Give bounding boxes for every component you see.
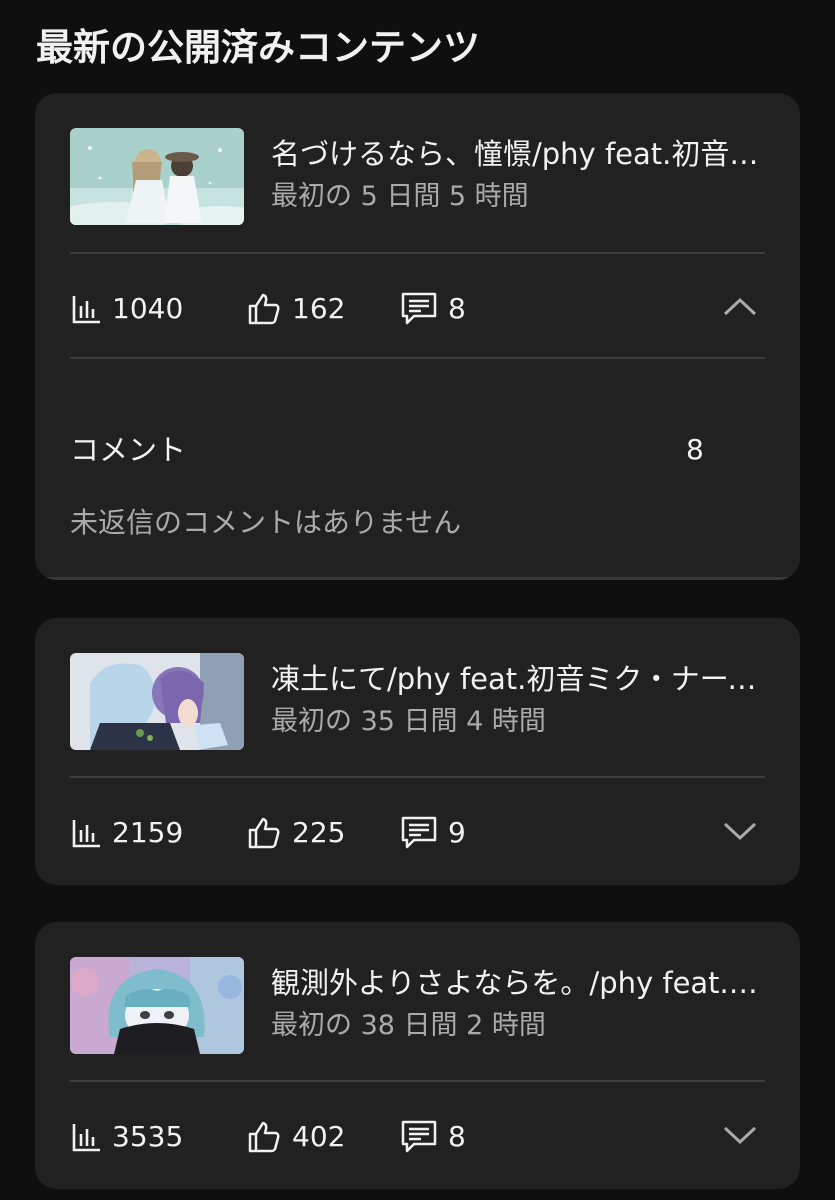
likes-stat: 225	[246, 808, 345, 858]
divider	[70, 1080, 765, 1082]
divider	[70, 776, 765, 778]
likes-count: 402	[292, 1120, 346, 1153]
thumbs-up-icon	[246, 291, 282, 327]
video-row[interactable]: 観測外よりさよならを。/phy feat.初音ミク 最初の 38 日間 2 時間	[70, 957, 770, 1054]
no-unreplied-comments-text: 未返信のコメントはありません	[70, 506, 462, 539]
chevron-down-icon	[723, 1125, 757, 1149]
video-thumbnail[interactable]	[70, 957, 244, 1054]
content-card: 名づけるなら、憧憬/phy feat.初音ミク 最初の 5 日間 5 時間 10…	[35, 93, 800, 580]
comments-count: 9	[448, 816, 466, 849]
stats-row: 2159 225 9	[70, 808, 765, 858]
likes-stat: 162	[246, 284, 345, 334]
section-title: 最新の公開済みコンテンツ	[36, 26, 480, 69]
thumbnail-image	[70, 957, 244, 1054]
views-count: 3535	[112, 1120, 184, 1153]
analytics-bars-icon	[70, 293, 102, 325]
video-thumbnail[interactable]	[70, 653, 244, 750]
collapse-button[interactable]	[715, 284, 765, 334]
thumbs-up-icon	[246, 815, 282, 851]
video-period: 最初の 35 日間 4 時間	[271, 706, 546, 737]
comment-bubble-icon	[400, 1119, 438, 1155]
likes-count: 162	[292, 292, 346, 325]
stats-row: 3535 402 8	[70, 1112, 765, 1162]
content-card: 観測外よりさよならを。/phy feat.初音ミク 最初の 38 日間 2 時間…	[35, 922, 800, 1189]
thumbnail-image	[70, 653, 244, 750]
comment-bubble-icon	[400, 291, 438, 327]
video-thumbnail[interactable]	[70, 128, 244, 225]
video-period: 最初の 5 日間 5 時間	[271, 181, 529, 212]
views-stat: 1040	[70, 284, 183, 334]
comments-count: 8	[448, 292, 466, 325]
comment-bubble-icon	[400, 815, 438, 851]
analytics-bars-icon	[70, 817, 102, 849]
stats-row: 1040 162 8	[70, 284, 765, 334]
expand-button[interactable]	[715, 1112, 765, 1162]
chevron-down-icon	[723, 821, 757, 845]
thumbs-up-icon	[246, 1119, 282, 1155]
comments-stat: 8	[400, 284, 466, 334]
divider	[70, 357, 765, 359]
thumbnail-image	[70, 128, 244, 225]
content-card: 凍土にて/phy feat.初音ミク・ナースロボ＿タイプＴ 最初の 35 日間 …	[35, 618, 800, 885]
video-title[interactable]: 凍土にて/phy feat.初音ミク・ナースロボ＿タイプＴ	[271, 659, 761, 699]
video-title[interactable]: 名づけるなら、憧憬/phy feat.初音ミク	[271, 134, 761, 174]
video-period: 最初の 38 日間 2 時間	[271, 1010, 546, 1041]
views-count: 2159	[112, 816, 184, 849]
video-row[interactable]: 凍土にて/phy feat.初音ミク・ナースロボ＿タイプＴ 最初の 35 日間 …	[70, 653, 770, 750]
chevron-up-icon	[723, 297, 757, 321]
comments-heading[interactable]: コメント	[70, 430, 186, 470]
comments-count: 8	[448, 1120, 466, 1153]
analytics-bars-icon	[70, 1121, 102, 1153]
likes-count: 225	[292, 816, 346, 849]
comments-stat: 8	[400, 1112, 466, 1162]
video-title[interactable]: 観測外よりさよならを。/phy feat.初音ミク	[271, 963, 761, 1003]
divider	[70, 252, 765, 254]
comments-stat: 9	[400, 808, 466, 858]
video-row[interactable]: 名づけるなら、憧憬/phy feat.初音ミク 最初の 5 日間 5 時間	[70, 128, 770, 225]
comments-total: 8	[686, 433, 704, 466]
likes-stat: 402	[246, 1112, 345, 1162]
views-count: 1040	[112, 292, 184, 325]
views-stat: 2159	[70, 808, 183, 858]
expand-button[interactable]	[715, 808, 765, 858]
views-stat: 3535	[70, 1112, 183, 1162]
